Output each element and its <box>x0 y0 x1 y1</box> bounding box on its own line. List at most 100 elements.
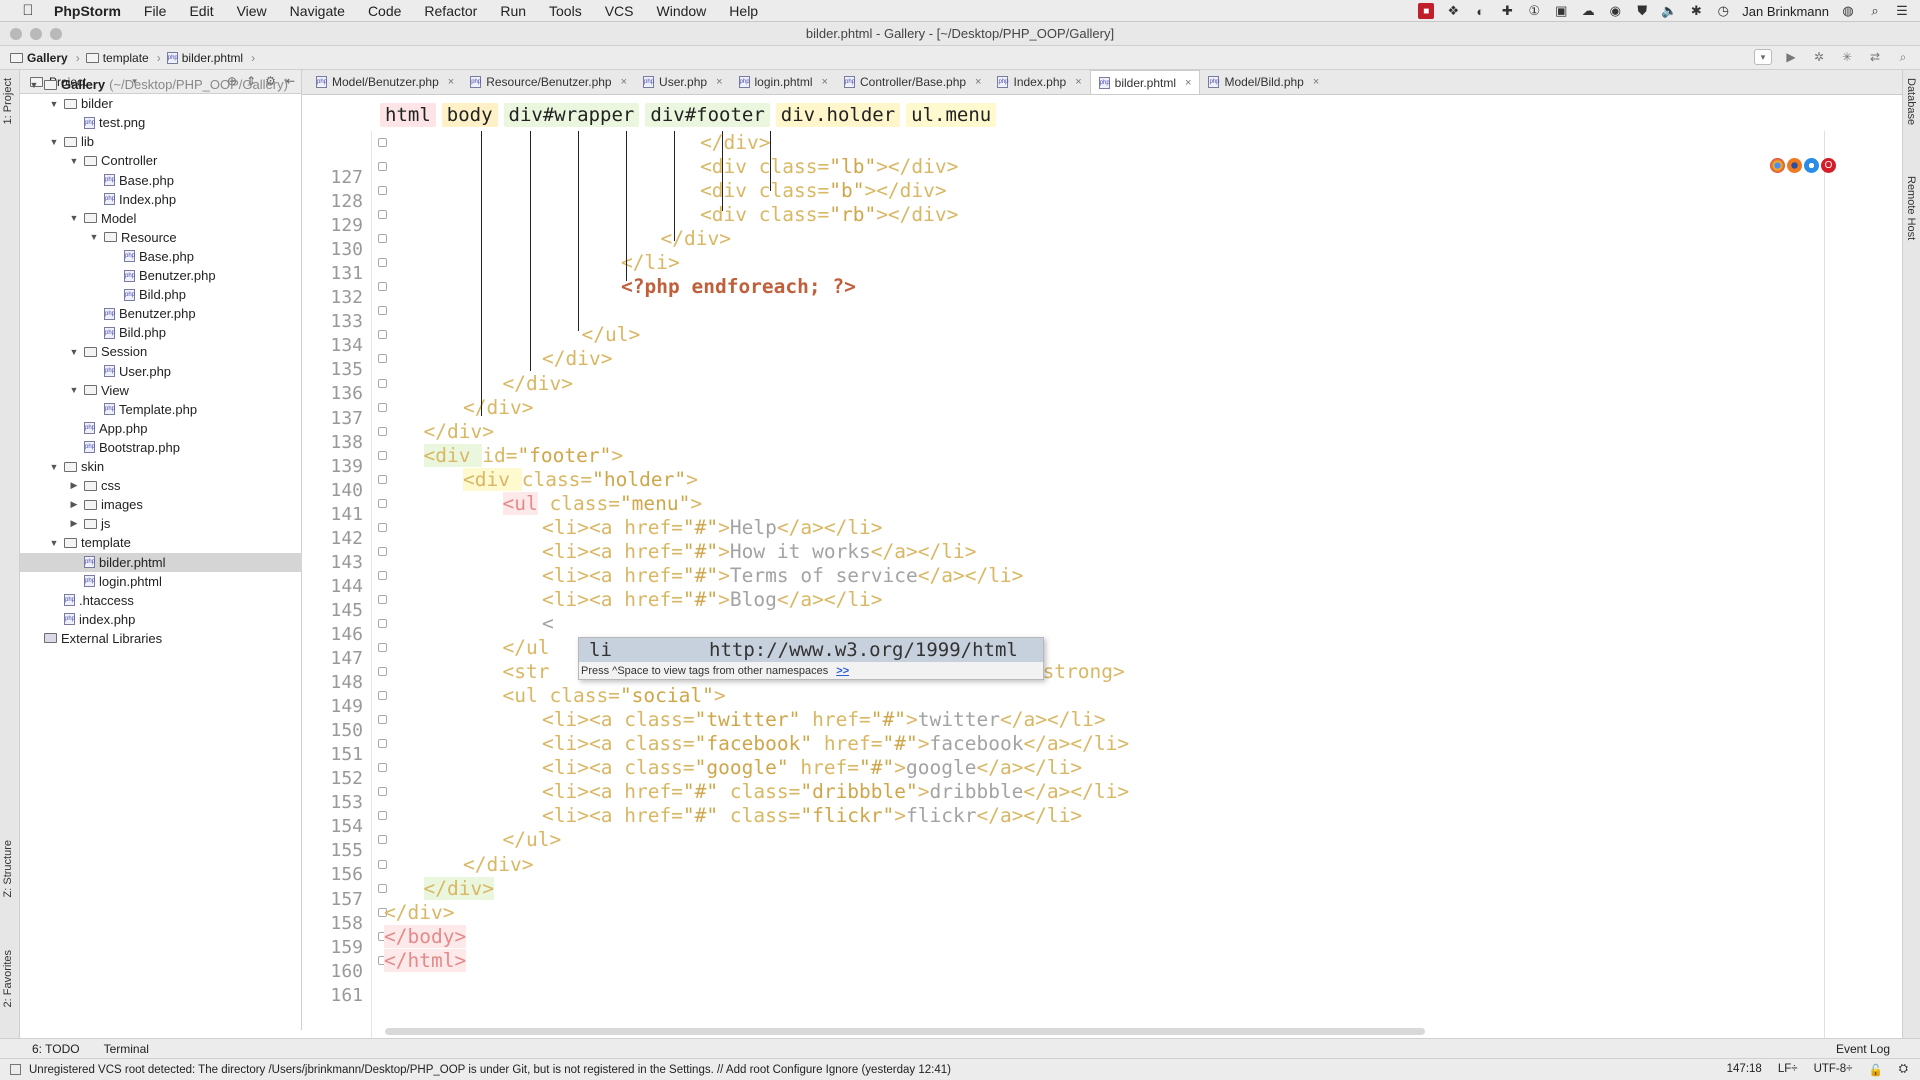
fold-marker[interactable] <box>378 450 387 460</box>
code-line[interactable]: <li><a class="facebook" href="#">faceboo… <box>542 732 1129 755</box>
code-line[interactable]: </ul> <box>503 828 562 851</box>
tree-item[interactable]: ▶ images <box>20 495 302 514</box>
run-config-dropdown[interactable]: ▾ <box>1754 49 1772 65</box>
collapse-arrow-icon[interactable]: ▶ <box>68 480 80 491</box>
vcs-icon[interactable]: ⇄ <box>1866 49 1884 65</box>
favorites-tool-tab[interactable]: 2: Favorites <box>2 950 14 1007</box>
todo-tool-tab[interactable]: 6: TODO <box>32 1042 80 1056</box>
tree-item[interactable]: php Bootstrap.php <box>20 438 302 457</box>
nav-crumb-folder[interactable]: template › <box>85 51 161 65</box>
fold-marker[interactable] <box>378 715 387 725</box>
tree-item[interactable]: php Base.php <box>20 171 302 190</box>
editor-tab[interactable]: php User.php × <box>635 70 730 94</box>
fold-marker[interactable] <box>378 594 387 604</box>
close-tab-icon[interactable]: × <box>716 76 722 88</box>
code-line[interactable]: </div> <box>661 227 731 250</box>
code-line[interactable]: </body> <box>384 924 467 948</box>
menu-help[interactable]: Help <box>729 3 758 19</box>
elephant-icon[interactable]: ◉ <box>1607 3 1623 19</box>
fold-marker[interactable] <box>378 354 387 364</box>
code-line[interactable]: <li><a href="#" class="flickr">flickr</a… <box>542 804 1082 827</box>
close-tab-icon[interactable]: × <box>1185 77 1191 89</box>
plus-icon[interactable]: ✚ <box>1499 3 1515 19</box>
code-line[interactable]: </div> <box>542 347 612 370</box>
tree-item[interactable]: php bilder.phtml <box>20 552 302 572</box>
code-line[interactable]: <div class="rb"></div> <box>700 203 958 226</box>
listen-debug-icon[interactable]: ✳ <box>1838 49 1856 65</box>
record-icon[interactable]: ■ <box>1418 3 1435 19</box>
tree-item[interactable]: ▼ bilder <box>20 94 302 113</box>
tree-item[interactable]: php .htaccess <box>20 591 302 610</box>
fold-marker[interactable] <box>378 763 387 773</box>
fold-marker[interactable] <box>378 234 387 244</box>
code-line[interactable]: <?php endforeach; ?> <box>621 275 856 298</box>
menu-tools[interactable]: Tools <box>549 3 582 19</box>
code-line[interactable]: <li><a class="twitter" href="#">twitter<… <box>542 708 1106 731</box>
fold-marker[interactable] <box>378 691 387 701</box>
code-editor[interactable]: html body div#wrapper div#footer div.holder u… <box>302 95 1902 1038</box>
code-line[interactable]: <li><a href="#">Terms of service</a></li… <box>542 564 1023 587</box>
expand-arrow-icon[interactable]: ▼ <box>48 462 60 472</box>
opera-icon[interactable]: O <box>1821 158 1836 173</box>
tree-item[interactable]: ▶ js <box>20 514 302 533</box>
tree-item[interactable]: External Libraries <box>20 629 302 648</box>
code-line[interactable]: </html> <box>384 948 467 972</box>
close-tab-icon[interactable]: × <box>448 76 454 88</box>
code-line[interactable]: <ul class="social"> <box>503 684 726 707</box>
fold-marker[interactable] <box>378 138 387 147</box>
horizontal-scrollbar[interactable] <box>385 1028 1425 1035</box>
tree-item[interactable]: php Template.php <box>20 400 302 419</box>
expand-arrow-icon[interactable]: ▼ <box>68 385 80 395</box>
close-tab-icon[interactable]: × <box>975 76 981 88</box>
menu-view[interactable]: View <box>237 3 267 19</box>
tree-item[interactable]: php Benutzer.php <box>20 304 302 323</box>
fold-marker[interactable] <box>378 378 387 388</box>
notification-center-icon[interactable]: ☰ <box>1894 3 1910 19</box>
toggle-tool-windows-icon[interactable] <box>10 1064 21 1075</box>
inspector-icon[interactable]: ⛭ <box>1899 1063 1908 1077</box>
code-line[interactable]: <li><a href="#">How it works</a></li> <box>542 540 976 563</box>
close-window-button[interactable] <box>10 28 22 40</box>
app-name-menu[interactable]: PhpStorm <box>54 3 121 19</box>
status-message[interactable]: Unregistered VCS root detected: The dire… <box>29 1064 951 1076</box>
notes-icon[interactable]: ▣ <box>1553 3 1569 19</box>
tree-item[interactable]: ▼ Session <box>20 342 302 361</box>
fold-marker[interactable] <box>378 835 387 845</box>
tree-item[interactable]: ▼ Gallery (~/Desktop/PHP_OOP/Gallery) <box>20 75 302 94</box>
code-line[interactable]: </ul> <box>582 323 641 346</box>
fold-marker[interactable] <box>378 186 387 196</box>
tree-item[interactable]: php Bild.php <box>20 285 302 304</box>
tag-breadcrumb[interactable]: div#footer <box>645 103 770 127</box>
expand-arrow-icon[interactable]: ▼ <box>68 156 80 166</box>
code-line[interactable]: </div> <box>424 420 494 443</box>
nav-crumb-project[interactable]: Gallery › <box>10 51 80 65</box>
collapse-arrow-icon[interactable]: ▶ <box>68 518 80 529</box>
expand-arrow-icon[interactable]: ▼ <box>68 213 80 223</box>
tree-item[interactable]: ▼ template <box>20 533 302 552</box>
lock-icon[interactable]: 🔓 <box>1868 1063 1882 1077</box>
menu-window[interactable]: Window <box>657 3 707 19</box>
fold-marker[interactable] <box>378 210 387 220</box>
fold-marker[interactable] <box>378 739 387 749</box>
code-line[interactable]: </div> <box>463 396 533 419</box>
code-line[interactable]: <div class="b"></div> <box>700 179 947 202</box>
expand-arrow-icon[interactable]: ▼ <box>68 347 80 357</box>
menu-refactor[interactable]: Refactor <box>424 3 477 19</box>
spotlight-icon[interactable]: ⌕ <box>1867 3 1883 19</box>
debug-icon[interactable]: ✲ <box>1810 49 1828 65</box>
fold-marker[interactable] <box>378 787 387 797</box>
tag-breadcrumb[interactable]: html <box>380 103 436 127</box>
code-line[interactable]: </div> <box>700 131 770 154</box>
caret-position[interactable]: 147:18 <box>1727 1063 1762 1077</box>
fold-marker[interactable] <box>378 426 387 436</box>
expand-arrow-icon[interactable]: ▼ <box>48 538 60 548</box>
expand-arrow-icon[interactable]: ▼ <box>48 99 60 109</box>
tree-item[interactable]: ▼ Resource <box>20 228 302 247</box>
remote-host-tool-tab[interactable]: Remote Host <box>1905 176 1917 240</box>
search-everywhere-icon[interactable]: ⌕ <box>1894 49 1912 65</box>
event-log-tool-tab[interactable]: Event Log <box>1836 1042 1890 1056</box>
code-line[interactable]: </ul <box>503 636 550 659</box>
menu-vcs[interactable]: VCS <box>605 3 634 19</box>
close-tab-icon[interactable]: × <box>621 76 627 88</box>
expand-arrow-icon[interactable]: ▼ <box>88 232 100 242</box>
